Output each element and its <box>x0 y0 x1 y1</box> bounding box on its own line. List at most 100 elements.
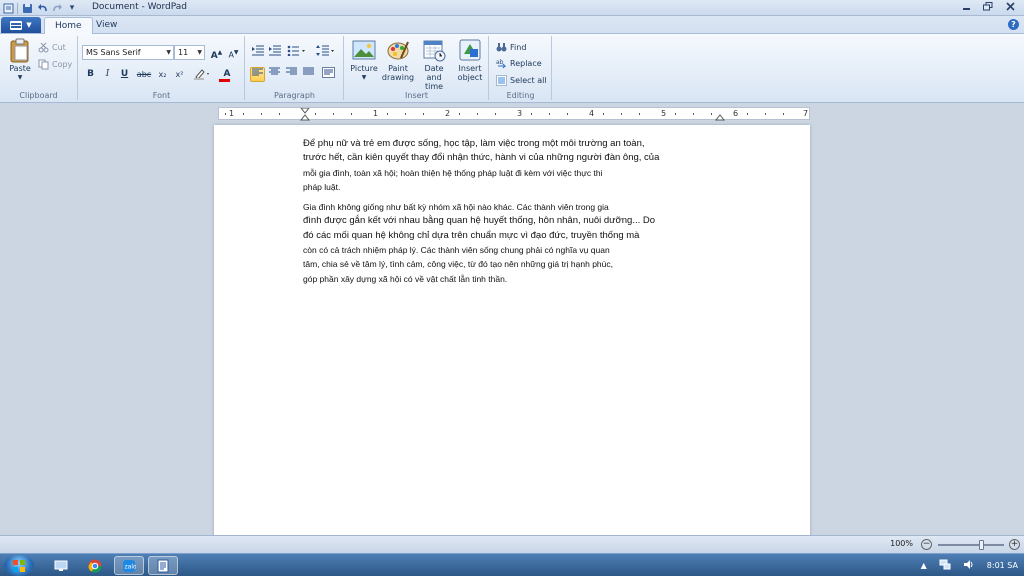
increase-indent-button[interactable] <box>267 45 282 60</box>
decrease-indent-button[interactable] <box>250 45 265 60</box>
editing-group: Find ab Replace Select all Editing <box>490 36 552 100</box>
text-line: góp phần xây dựng xã hội có về vật chất … <box>303 273 508 284</box>
text-line: đình được gắn kết với nhau bằng quan hệ … <box>303 215 656 227</box>
paste-icon <box>8 38 32 63</box>
show-desktop-taskbar-button[interactable] <box>46 556 76 575</box>
font-group: MS Sans Serif ▼ 11 ▼ A▲ A▼ B I U abc x₂ … <box>79 36 245 100</box>
text-line: Để phụ nữ và trẻ em được sống, học tập, … <box>303 138 645 149</box>
wordpad-taskbar-button[interactable] <box>148 556 178 575</box>
select-all-button[interactable]: Select all <box>496 73 547 87</box>
paste-button[interactable]: Paste ▼ <box>6 38 34 82</box>
chevron-down-icon: ▼ <box>26 21 32 29</box>
bold-button[interactable]: B <box>83 67 98 82</box>
font-family-value: MS Sans Serif <box>86 48 141 57</box>
clock[interactable]: 8:01 SA <box>987 561 1018 570</box>
help-icon[interactable]: ? <box>1008 19 1019 30</box>
chrome-icon <box>88 559 102 572</box>
align-right-icon <box>286 67 297 75</box>
font-size-select[interactable]: 11 ▼ <box>174 45 205 60</box>
text-line: mỗi gia đình, toàn xã hội; hoàn thiện hệ… <box>303 167 603 178</box>
copy-button[interactable]: Copy <box>38 57 72 71</box>
document-text[interactable]: Để phụ nữ và trẻ em được sống, học tập, … <box>303 137 743 292</box>
ruler-mark: 2 <box>445 109 451 118</box>
tab-view[interactable]: View <box>86 17 127 35</box>
clipboard-group: Paste ▼ Cut Copy Clipboard <box>0 36 78 100</box>
shrink-font-button[interactable]: A▼ <box>226 45 241 60</box>
paint-drawing-button[interactable]: Paint drawing <box>381 38 415 82</box>
minimize-button[interactable] <box>956 0 976 12</box>
paragraph-settings-button[interactable] <box>321 67 336 82</box>
zoom-slider-thumb[interactable] <box>978 540 984 550</box>
insert-group-label: Insert <box>405 91 428 100</box>
insert-label: Insert <box>458 64 482 73</box>
align-center-icon <box>269 67 280 75</box>
wordpad-app-icon[interactable] <box>2 2 14 14</box>
network-icon[interactable] <box>939 559 951 572</box>
restore-button[interactable] <box>978 0 998 12</box>
text-line: tâm, chia sẻ về tâm lý, tình cảm, công v… <box>303 259 613 270</box>
chrome-taskbar-button[interactable] <box>80 556 110 575</box>
ruler: 1 1 2 3 4 5 6 7 <box>0 104 1024 122</box>
zalo-taskbar-button[interactable]: zalo <box>114 556 144 575</box>
cut-button[interactable]: Cut <box>38 40 66 54</box>
subscript-button[interactable]: x₂ <box>155 67 170 82</box>
application-menu-button[interactable]: ▼ <box>1 17 41 33</box>
justify-icon <box>303 67 314 75</box>
align-center-button[interactable] <box>267 67 282 82</box>
picture-label: Picture <box>350 64 378 73</box>
font-color-button[interactable]: A <box>217 67 237 82</box>
undo-icon[interactable] <box>36 2 48 14</box>
ruler-mark: 1 <box>373 109 379 118</box>
volume-icon[interactable] <box>963 559 975 572</box>
font-group-label: Font <box>152 91 171 100</box>
scissors-icon <box>38 42 49 53</box>
ruler-mark: 4 <box>589 109 595 118</box>
picture-icon <box>352 38 376 62</box>
text-line: đó các mối quan hệ không chỉ dựa trên ch… <box>303 229 640 241</box>
select-all-icon <box>496 74 507 86</box>
chevron-down-icon: ▼ <box>166 49 171 56</box>
ruler-bar[interactable]: 1 1 2 3 4 5 6 7 <box>218 107 810 121</box>
zalo-icon: zalo <box>123 559 136 572</box>
font-color-swatch <box>219 79 230 82</box>
zoom-in-button[interactable]: + <box>1009 539 1020 550</box>
text-line: trước hết, cần kiên quyết thay đổi nhận … <box>303 152 660 164</box>
close-button[interactable] <box>1000 0 1020 12</box>
customize-quick-access-icon[interactable]: ▾ <box>66 2 78 14</box>
zoom-slider[interactable] <box>938 540 1004 550</box>
zoom-out-button[interactable]: − <box>921 539 932 550</box>
superscript-button[interactable]: x² <box>172 67 187 82</box>
find-button[interactable]: Find <box>496 40 526 54</box>
underline-button[interactable]: U <box>117 67 132 82</box>
ruler-mark: 5 <box>661 109 667 118</box>
grow-font-button[interactable]: A▲ <box>209 45 224 61</box>
drawing-label: drawing <box>381 73 415 82</box>
line-spacing-button[interactable] <box>314 45 336 60</box>
show-hidden-icons-icon[interactable]: ▲ <box>921 561 927 570</box>
paragraph-group: Paragraph <box>246 36 344 100</box>
document-page[interactable]: Để phụ nữ và trẻ em được sống, học tập, … <box>214 125 810 545</box>
desktop-icon <box>54 560 68 571</box>
bullets-button[interactable] <box>286 45 308 60</box>
chevron-down-icon: ▼ <box>197 49 202 56</box>
save-icon[interactable] <box>21 2 33 14</box>
increase-indent-icon <box>269 45 281 56</box>
insert-object-button[interactable]: Insert object <box>454 38 486 82</box>
redo-icon[interactable] <box>51 2 63 14</box>
highlight-color-button[interactable] <box>192 67 212 82</box>
strikethrough-button[interactable]: abc <box>135 67 153 82</box>
justify-button[interactable] <box>301 67 316 82</box>
picture-button[interactable]: Picture ▼ <box>349 38 379 82</box>
date-time-button[interactable]: Date and time <box>416 38 452 91</box>
decrease-indent-icon <box>252 45 264 56</box>
start-button[interactable] <box>4 555 34 576</box>
paint-palette-icon <box>386 38 410 62</box>
font-family-select[interactable]: MS Sans Serif ▼ <box>82 45 174 60</box>
grow-font-label: A <box>210 51 218 61</box>
paragraph-group-label: Paragraph <box>274 91 315 100</box>
align-right-button[interactable] <box>284 67 299 82</box>
align-left-button[interactable] <box>250 67 265 82</box>
replace-button[interactable]: ab Replace <box>496 56 542 70</box>
italic-button[interactable]: I <box>100 67 115 82</box>
object-label: object <box>457 73 483 82</box>
